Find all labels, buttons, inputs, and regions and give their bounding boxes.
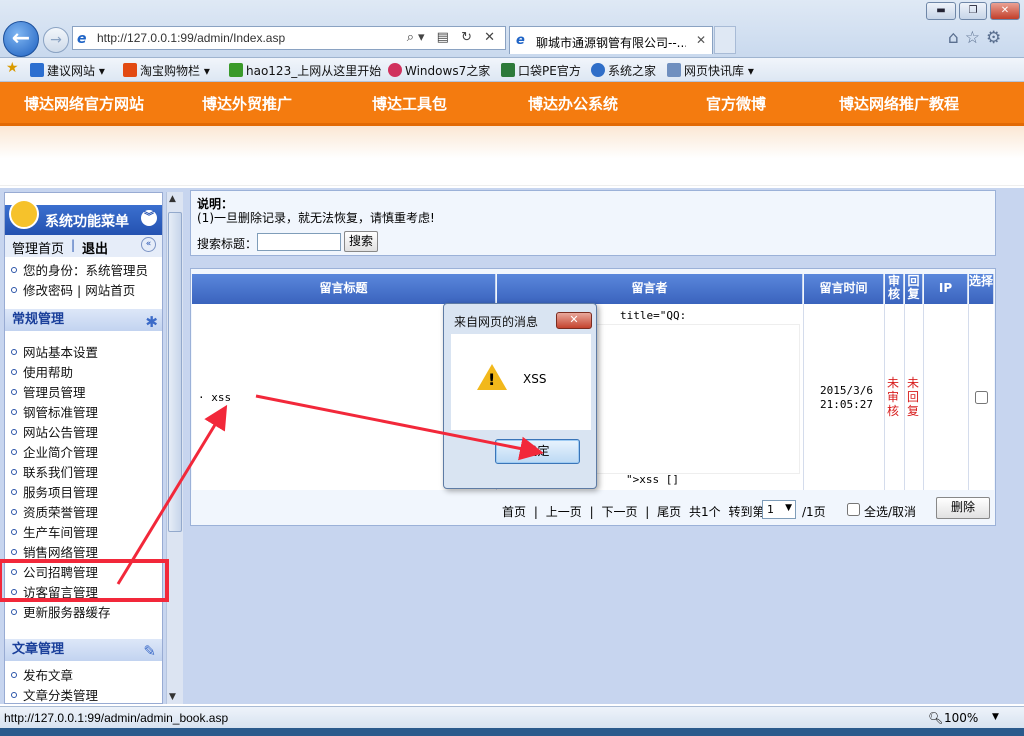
annotation-arrows (116, 394, 544, 585)
zoom-chevron-icon[interactable]: ▼ (992, 712, 999, 722)
zoom-level[interactable]: 100% (944, 711, 978, 725)
arrow-to-title (116, 404, 228, 585)
status-url: http://127.0.0.1:99/admin/admin_book.asp (4, 711, 229, 725)
arrow-to-ok (255, 394, 544, 461)
status-bar: http://127.0.0.1:99/admin/admin_book.asp… (0, 706, 1024, 728)
taskbar (0, 728, 1024, 736)
zoom-icon[interactable]: 🔍︎ (928, 711, 943, 725)
